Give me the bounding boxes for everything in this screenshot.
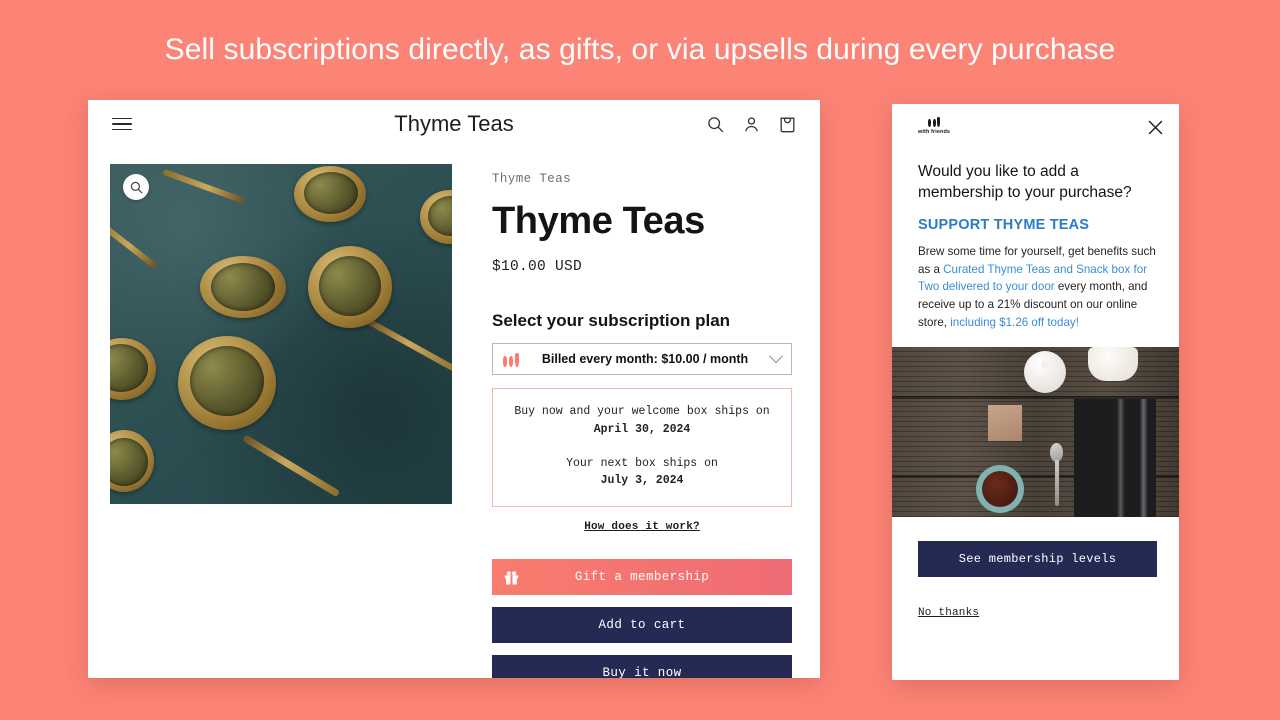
- chevron-down-icon: [768, 349, 784, 364]
- modal-heading: Would you like to add a membership to yo…: [918, 163, 1132, 201]
- next-box-line: Your next box ships on: [566, 456, 718, 470]
- product-vendor: Thyme Teas: [492, 172, 572, 186]
- product-title: Thyme Teas: [492, 200, 705, 242]
- how-does-it-work-link[interactable]: How does it work?: [492, 521, 792, 533]
- spoon-object: [1050, 443, 1063, 507]
- gift-icon: [504, 570, 519, 585]
- hamburger-icon[interactable]: [112, 117, 132, 131]
- close-icon[interactable]: [1148, 116, 1163, 140]
- add-to-cart-button[interactable]: Add to cart: [492, 607, 792, 644]
- add-to-cart-label: Add to cart: [598, 618, 686, 633]
- storefront-card: Thyme Teas Thyme Teas Thyme Teas $10.00 …: [88, 100, 820, 678]
- search-icon[interactable]: [707, 116, 724, 133]
- shipping-info-box: Buy now and your welcome box ships on Ap…: [492, 388, 792, 508]
- plan-selected-value: Billed every month: $10.00 / month: [541, 352, 749, 366]
- body-link-2[interactable]: including $1.26 off today!: [950, 316, 1079, 329]
- header-icon-group: [707, 115, 796, 133]
- modal-image: [892, 347, 1179, 518]
- welcome-box-line: Buy now and your welcome box ships on: [514, 405, 770, 418]
- plan-section-label: Select your subscription plan: [492, 311, 731, 330]
- teapot-object: [1024, 351, 1066, 394]
- napkin-object: [1074, 399, 1156, 518]
- magnifier-icon[interactable]: [123, 174, 149, 200]
- modal-footer: See membership levels No thanks: [892, 517, 1179, 619]
- creamer-object: [1088, 347, 1138, 382]
- with-friends-wordmark: with friends: [918, 129, 951, 135]
- product-price: $10.00 USD: [492, 259, 583, 275]
- product-info: Thyme Teas Thyme Teas $10.00 USD Select …: [492, 164, 792, 678]
- account-icon[interactable]: [743, 116, 760, 133]
- modal-body-text: Brew some time for yourself, get benefit…: [892, 233, 1179, 331]
- modal-subheading: SUPPORT THYME TEAS: [918, 217, 1090, 234]
- subscription-plan-select[interactable]: Billed every month: $10.00 / month: [492, 343, 792, 375]
- with-friends-logo: [503, 352, 519, 367]
- teabag-object: [988, 405, 1022, 442]
- buy-it-now-label: Buy it now: [602, 666, 682, 678]
- modal-header: with friends: [892, 104, 1179, 140]
- gift-membership-button[interactable]: Gift a membership: [492, 559, 792, 596]
- with-friends-mark: [928, 116, 941, 127]
- membership-upsell-modal: with friends Would you like to add a mem…: [892, 104, 1179, 680]
- cart-icon[interactable]: [779, 115, 796, 133]
- buy-it-now-button[interactable]: Buy it now: [492, 655, 792, 678]
- see-membership-levels-button[interactable]: See membership levels: [918, 541, 1157, 578]
- page-headline: Sell subscriptions directly, as gifts, o…: [164, 33, 1116, 66]
- product-section: Thyme Teas Thyme Teas $10.00 USD Select …: [88, 148, 820, 678]
- see-membership-levels-label: See membership levels: [958, 552, 1117, 567]
- gift-membership-label: Gift a membership: [574, 570, 710, 585]
- next-box-date: July 3, 2024: [600, 474, 684, 488]
- product-image[interactable]: [110, 164, 452, 504]
- with-friends-logo: with friends: [918, 116, 950, 135]
- product-gallery: [110, 164, 452, 678]
- product-image-backdrop: [110, 164, 452, 504]
- mug-object: [976, 465, 1024, 514]
- store-header: Thyme Teas: [88, 100, 820, 148]
- welcome-box-date: April 30, 2024: [593, 422, 691, 436]
- no-thanks-link[interactable]: No thanks: [918, 607, 1157, 619]
